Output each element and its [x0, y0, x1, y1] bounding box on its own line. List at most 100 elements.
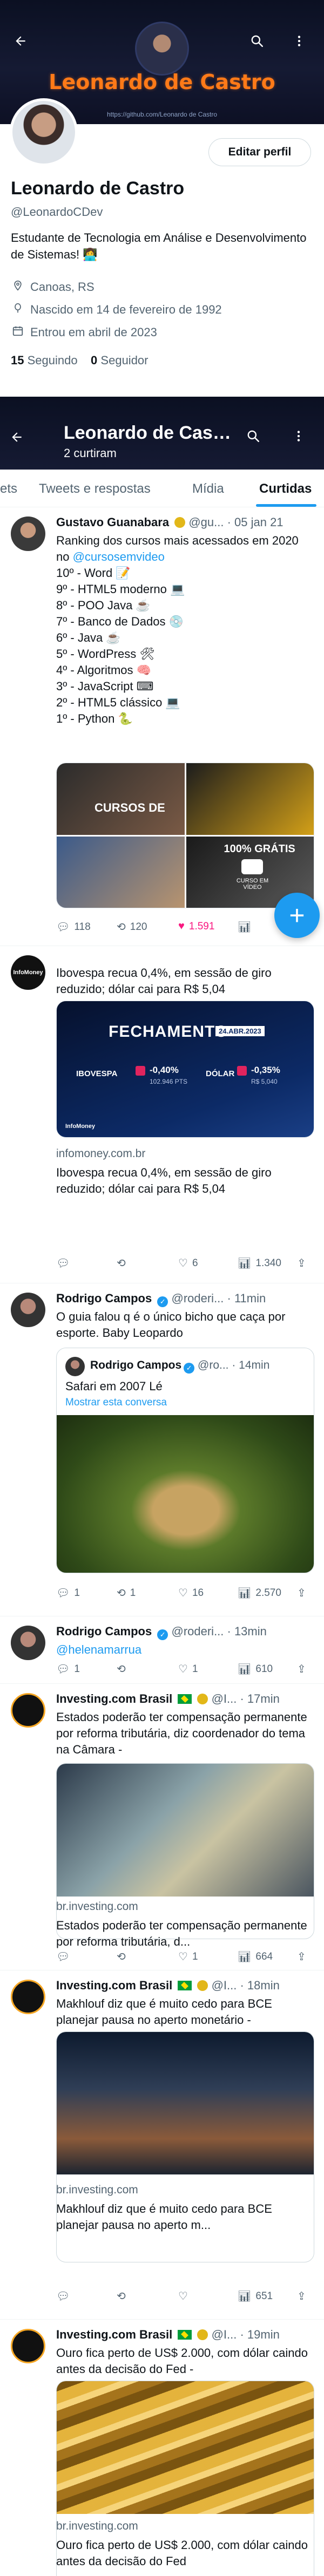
more-vertical-icon[interactable]: [292, 429, 306, 447]
active-tab-indicator: [256, 504, 316, 507]
avatar[interactable]: [11, 516, 45, 551]
tweet-header: Rodrigo Campos ✓ @roderi... · 11min: [56, 1292, 315, 1307]
reply-button[interactable]: 💬︎: [56, 1950, 70, 1963]
card-domain[interactable]: br.investing.com: [56, 2520, 138, 2533]
leopard-photo[interactable]: [57, 1415, 314, 1573]
tweet-actions: 💬︎118 ⟲120 ♥1.591 📊︎ ⇪: [56, 920, 313, 936]
retweet-button[interactable]: ⟲: [117, 1950, 126, 1963]
author-name[interactable]: Investing.com Brasil: [56, 1692, 172, 1705]
share-button[interactable]: ⇪: [297, 1256, 306, 1270]
views-button[interactable]: 📊︎ 664: [238, 1950, 273, 1963]
like-button[interactable]: ♡ 6: [178, 1256, 198, 1270]
avatar[interactable]: InfoMoney: [11, 955, 45, 990]
back-arrow-icon[interactable]: [10, 430, 24, 448]
like-button[interactable]: ♡ 1: [178, 1662, 198, 1676]
show-conversation-link[interactable]: Mostrar esta conversa: [65, 1397, 167, 1409]
retweet-button[interactable]: ⟲: [117, 1662, 126, 1676]
follow-stats: 15 Seguindo 0 Seguidor: [11, 354, 148, 368]
retweet-button[interactable]: ⟲ 120: [117, 920, 147, 934]
mention-link[interactable]: @helenamarrua: [56, 1642, 313, 1658]
quoted-tweet[interactable]: Rodrigo Campos ✓ @ro... · 14min Safari em…: [56, 1348, 314, 1573]
tweet-text: Ranking dos cursos mais acessados em 202…: [56, 534, 299, 725]
reply-button[interactable]: 💬︎: [56, 1256, 70, 1270]
card-title[interactable]: Ouro fica perto de US$ 2.000, com dólar …: [56, 2537, 313, 2570]
sticky-title: Leonardo de Castro: [64, 423, 237, 443]
following-link[interactable]: 15 Seguindo: [11, 354, 78, 367]
tweet[interactable]: Investing.com Brasil @I... · 17min Estad…: [0, 1684, 324, 1970]
tweet-media-grid[interactable]: CURSOS DE 100% GRÁTIS CURSO EM VÍDEO: [56, 763, 314, 908]
author-meta: @roderi... · 11min: [171, 1292, 266, 1305]
retweet-button[interactable]: ⟲: [117, 1256, 126, 1270]
tab-tweets-replies[interactable]: Tweets e respostas: [39, 481, 151, 497]
views-icon: 📊︎: [238, 921, 252, 933]
search-icon[interactable]: [246, 30, 268, 52]
avatar[interactable]: [11, 1980, 45, 2014]
retweet-icon: ⟲: [117, 2290, 126, 2302]
like-button[interactable]: ♥ 1.591: [178, 920, 214, 933]
card-title[interactable]: Estados poderão ter compensação permanen…: [56, 1918, 313, 1950]
tab-media[interactable]: Mídia: [192, 481, 224, 497]
views-button[interactable]: 📊︎: [238, 920, 251, 934]
views-button[interactable]: 📊︎ 651: [238, 2289, 273, 2303]
mention-link[interactable]: @cursosemvideo: [73, 550, 165, 563]
media-image[interactable]: [186, 763, 314, 835]
reply-button[interactable]: 💬︎: [56, 2289, 70, 2303]
tweet[interactable]: Investing.com Brasil @I... · 19min Ouro …: [0, 2320, 324, 2576]
reply-button[interactable]: 💬︎ 118: [56, 920, 91, 934]
share-button[interactable]: ⇪: [297, 1662, 306, 1676]
joined-row: Entrou em abril de 2023: [11, 325, 157, 340]
reply-icon: 💬︎: [56, 2290, 70, 2302]
verified-badge-icon: [197, 1694, 208, 1704]
share-button[interactable]: ⇪: [297, 1586, 306, 1600]
tweet[interactable]: InfoMoney Ibovespa recua 0,4%, em sessão…: [0, 947, 324, 1283]
share-icon: ⇪: [297, 1258, 306, 1269]
card-domain[interactable]: br.investing.com: [56, 2184, 138, 2197]
card-title[interactable]: Ibovespa recua 0,4%, em sessão de giro r…: [56, 1165, 313, 1197]
tweet[interactable]: Gustavo Guanabara @gu... · 05 jan 21 Ran…: [0, 508, 324, 946]
author-name[interactable]: Gustavo Guanabara: [56, 515, 169, 529]
back-arrow-icon[interactable]: [10, 30, 31, 52]
author-name[interactable]: Investing.com Brasil: [56, 1979, 172, 1992]
reply-button[interactable]: 💬︎ 1: [56, 1586, 80, 1600]
profile-avatar[interactable]: [10, 98, 78, 166]
like-button[interactable]: ♡ 16: [178, 1586, 204, 1600]
avatar[interactable]: [11, 2329, 45, 2363]
heart-icon: ♡: [178, 1951, 188, 1963]
tab-likes[interactable]: Curtidas: [259, 481, 312, 497]
avatar[interactable]: [11, 1693, 45, 1728]
retweet-button[interactable]: ⟲ 1: [117, 1586, 136, 1600]
retweet-button[interactable]: ⟲: [117, 2289, 126, 2303]
avatar[interactable]: [11, 1626, 45, 1660]
like-button[interactable]: ♡: [178, 2289, 188, 2303]
views-button[interactable]: 📊︎ 1.340: [238, 1256, 281, 1270]
avatar[interactable]: [11, 1293, 45, 1327]
card-title[interactable]: Makhlouf diz que é muito cedo para BCE p…: [56, 2201, 313, 2233]
views-button[interactable]: 📊︎ 2.570: [238, 1586, 281, 1600]
edit-profile-button[interactable]: Editar perfil: [208, 138, 311, 166]
views-button[interactable]: 📊︎ 610: [238, 1662, 273, 1676]
author-name[interactable]: Investing.com Brasil: [56, 2328, 172, 2341]
media-image[interactable]: CURSOS DE: [57, 763, 185, 835]
like-button[interactable]: ♡ 1: [178, 1950, 198, 1963]
share-button[interactable]: ⇪: [297, 1950, 306, 1963]
card-domain[interactable]: infomoney.com.br: [56, 1147, 145, 1160]
author-name[interactable]: Rodrigo Campos: [56, 1292, 152, 1305]
heart-filled-icon: ♥: [178, 920, 185, 932]
views-icon: 📊︎: [238, 1587, 252, 1599]
tweet-header: Investing.com Brasil @I... · 18min: [56, 1979, 315, 1993]
search-icon[interactable]: [246, 429, 260, 447]
author-name[interactable]: Rodrigo Campos: [56, 1625, 152, 1638]
fechamento-card-image[interactable]: FECHAMENTO 24.ABR.2023 IBOVESPA -0,40% 1…: [56, 1001, 314, 1138]
media-image[interactable]: [57, 836, 185, 908]
tweet[interactable]: Rodrigo Campos ✓ @roderi... · 13min @hel…: [0, 1617, 324, 1684]
tab-tweets[interactable]: ets: [0, 481, 17, 497]
tweet[interactable]: Investing.com Brasil @I... · 18min Makhl…: [0, 1971, 324, 2320]
reply-button[interactable]: 💬︎ 1: [56, 1662, 80, 1676]
share-button[interactable]: ⇪: [297, 2289, 306, 2303]
tweet[interactable]: Rodrigo Campos ✓ @roderi... · 11min O gu…: [0, 1284, 324, 1616]
more-vertical-icon[interactable]: [288, 30, 310, 52]
card-domain[interactable]: br.investing.com: [56, 1900, 138, 1913]
joined-text: Entrou em abril de 2023: [30, 325, 157, 339]
compose-tweet-button[interactable]: +: [274, 893, 320, 938]
followers-link[interactable]: 0 Seguidor: [91, 354, 148, 367]
